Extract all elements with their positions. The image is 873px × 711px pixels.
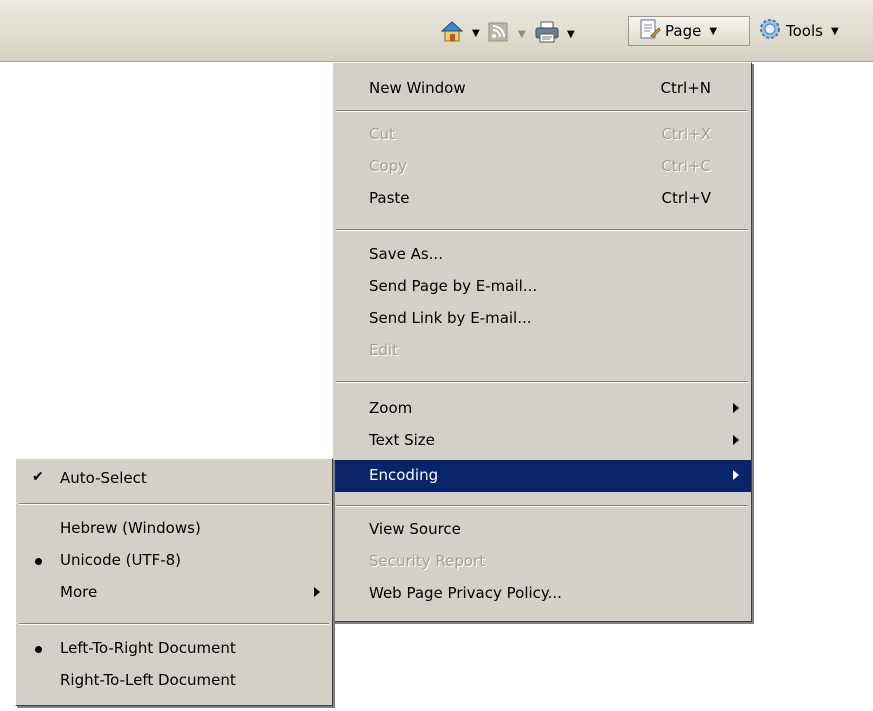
menu-item-unicode-utf8[interactable]: Unicode (UTF-8) <box>16 545 332 577</box>
menu-item-label: View Source <box>369 520 461 538</box>
menu-item-label: Left-To-Right Document <box>60 639 236 657</box>
menu-separator <box>336 110 748 112</box>
print-dropdown-icon[interactable]: ▼ <box>567 29 575 40</box>
menu-item-view-source[interactable]: View Source <box>333 514 751 546</box>
menu-item-label: New Window <box>369 79 466 97</box>
menu-separator <box>336 505 748 507</box>
tools-menu-label: Tools <box>786 22 823 40</box>
radio-bullet-icon <box>35 646 42 653</box>
print-button[interactable]: ▼ <box>535 21 575 47</box>
page-menu-button[interactable]: Page ▼ <box>628 16 750 46</box>
menu-item-shortcut: Ctrl+X <box>661 125 711 143</box>
menu-item-label: Unicode (UTF-8) <box>60 551 182 569</box>
menu-item-hebrew-windows[interactable]: Hebrew (Windows) <box>16 513 332 545</box>
menu-item-label: Right-To-Left Document <box>60 671 236 689</box>
menu-item-label: Send Link by E-mail... <box>369 309 532 327</box>
page-icon <box>639 18 661 44</box>
menu-item-label: Send Page by E-mail... <box>369 277 538 295</box>
page-menu-label: Page <box>665 22 702 40</box>
menu-item-label: Web Page Privacy Policy... <box>369 584 562 602</box>
menu-item-label: More <box>60 583 98 601</box>
home-dropdown-icon[interactable]: ▼ <box>472 28 480 39</box>
menu-item-label: Edit <box>369 341 399 359</box>
feeds-button[interactable]: ▼ <box>488 22 526 46</box>
menu-item-label: Zoom <box>369 399 413 417</box>
menu-item-more[interactable]: More <box>16 577 332 609</box>
encoding-submenu: ✔ Auto-Select Hebrew (Windows) Unicode (… <box>15 458 333 706</box>
tools-gear-icon <box>758 17 782 45</box>
menu-item-label: Auto-Select <box>60 469 147 487</box>
checkmark-icon: ✔ <box>32 469 44 485</box>
menu-item-auto-select[interactable]: ✔ Auto-Select <box>16 463 332 495</box>
menu-separator <box>336 229 748 231</box>
menu-item-label: Security Report <box>369 552 486 570</box>
menu-item-send-link[interactable]: Send Link by E-mail... <box>333 303 751 335</box>
page-dropdown-icon[interactable]: ▼ <box>709 26 717 37</box>
menu-item-privacy-policy[interactable]: Web Page Privacy Policy... <box>333 578 751 610</box>
menu-item-paste[interactable]: Paste Ctrl+V <box>333 183 751 215</box>
menu-item-left-to-right[interactable]: Left-To-Right Document <box>16 633 332 665</box>
submenu-arrow-icon <box>733 403 739 413</box>
submenu-arrow-icon <box>733 435 739 445</box>
menu-separator <box>19 503 329 505</box>
menu-separator <box>336 381 748 383</box>
feeds-dropdown-icon[interactable]: ▼ <box>518 29 526 40</box>
submenu-arrow-icon <box>733 470 739 480</box>
menu-item-cut: Cut Ctrl+X <box>333 119 751 151</box>
menu-item-label: Save As... <box>369 245 443 263</box>
page-menu: New Window Ctrl+N Cut Ctrl+X Copy Ctrl+C… <box>332 62 752 622</box>
menu-item-label: Hebrew (Windows) <box>60 519 201 537</box>
menu-item-label: Cut <box>369 125 395 143</box>
menu-item-encoding[interactable]: Encoding <box>333 460 751 492</box>
menu-item-zoom[interactable]: Zoom <box>333 393 751 425</box>
menu-item-copy: Copy Ctrl+C <box>333 151 751 183</box>
menu-item-shortcut: Ctrl+C <box>661 157 711 175</box>
home-button[interactable]: ▼ <box>440 20 480 46</box>
menu-item-text-size[interactable]: Text Size <box>333 425 751 457</box>
feed-icon <box>488 22 508 46</box>
menu-item-send-page[interactable]: Send Page by E-mail... <box>333 271 751 303</box>
menu-item-edit: Edit <box>333 335 751 367</box>
menu-item-label: Text Size <box>369 431 435 449</box>
home-icon <box>440 20 464 46</box>
radio-bullet-icon <box>35 558 42 565</box>
menu-item-save-as[interactable]: Save As... <box>333 239 751 271</box>
toolbar-row: ▼ ▼ ▼ Page ▼ Tools ▼ <box>0 0 873 62</box>
menu-item-label: Encoding <box>369 466 439 484</box>
submenu-arrow-icon <box>314 587 320 597</box>
menu-item-shortcut: Ctrl+N <box>660 79 711 97</box>
menu-item-new-window[interactable]: New Window Ctrl+N <box>333 73 751 105</box>
menu-item-right-to-left[interactable]: Right-To-Left Document <box>16 665 332 697</box>
print-icon <box>535 21 559 47</box>
menu-item-shortcut: Ctrl+V <box>661 189 711 207</box>
menu-separator <box>19 623 329 625</box>
menu-item-label: Copy <box>369 157 408 175</box>
menu-item-label: Paste <box>369 189 410 207</box>
menu-item-security-report: Security Report <box>333 546 751 578</box>
tools-dropdown-icon[interactable]: ▼ <box>831 26 839 37</box>
tools-menu-button[interactable]: Tools ▼ <box>758 17 839 45</box>
